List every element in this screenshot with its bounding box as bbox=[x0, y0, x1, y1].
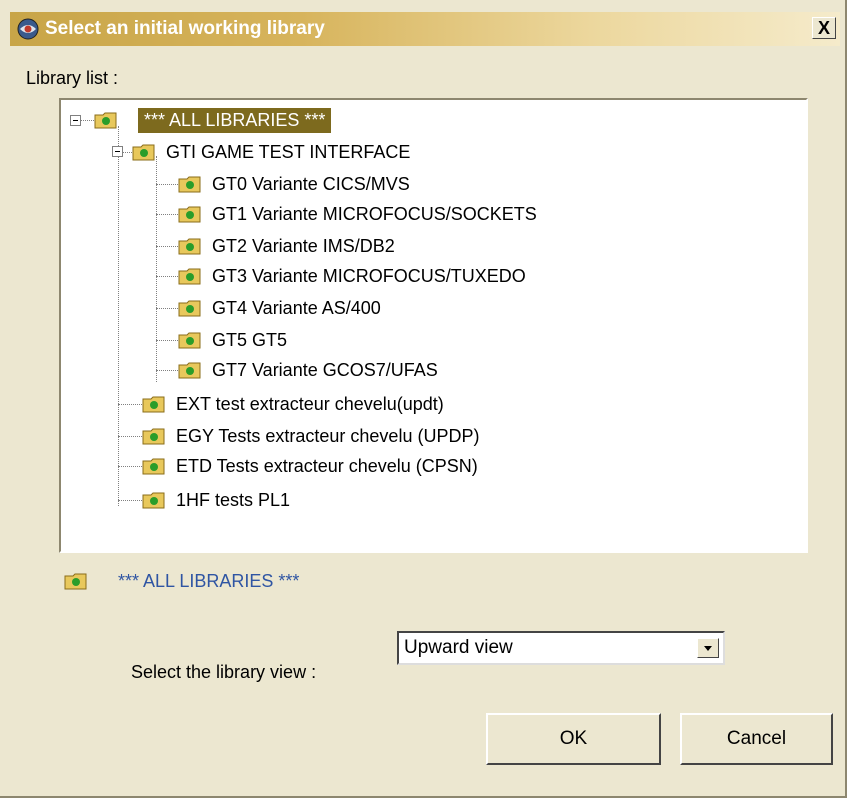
tree-connector bbox=[118, 126, 119, 506]
library-folder-icon bbox=[142, 458, 165, 475]
tree-item[interactable]: EGY Tests extracteur chevelu (UPDP) bbox=[142, 421, 483, 451]
tree-item-label: GT1 Variante MICROFOCUS/SOCKETS bbox=[212, 203, 537, 224]
app-icon bbox=[17, 18, 39, 40]
library-folder-icon bbox=[142, 492, 165, 509]
library-folder-icon bbox=[178, 176, 201, 193]
tree-item-label: GT3 Variante MICROFOCUS/TUXEDO bbox=[212, 265, 526, 286]
tree-item[interactable]: GT2 Variante IMS/DB2 bbox=[178, 231, 399, 261]
tree-item[interactable]: ETD Tests extracteur chevelu (CPSN) bbox=[142, 451, 482, 481]
library-folder-icon bbox=[132, 144, 155, 161]
tree-item[interactable]: GT7 Variante GCOS7/UFAS bbox=[178, 355, 442, 385]
tree-connector bbox=[156, 156, 157, 382]
tree-connector bbox=[156, 184, 178, 185]
library-view-select[interactable]: Upward view bbox=[397, 631, 725, 665]
tree-connector bbox=[118, 404, 142, 405]
tree-connector bbox=[118, 436, 142, 437]
tree-item[interactable]: GT0 Variante CICS/MVS bbox=[178, 169, 414, 199]
tree-connector bbox=[118, 466, 142, 467]
tree-item-label: EXT test extracteur chevelu(updt) bbox=[176, 393, 444, 414]
tree-connector bbox=[156, 308, 178, 309]
tree-connector bbox=[156, 276, 178, 277]
collapse-toggle-gti[interactable] bbox=[112, 146, 123, 157]
tree-item[interactable]: EXT test extracteur chevelu(updt) bbox=[142, 389, 448, 419]
title-bar[interactable]: Select an initial working library X bbox=[10, 12, 840, 46]
tree-item-label: *** ALL LIBRARIES *** bbox=[138, 107, 332, 133]
library-view-value: Upward view bbox=[404, 637, 513, 658]
tree-connector bbox=[156, 246, 178, 247]
tree-item[interactable]: GT4 Variante AS/400 bbox=[178, 293, 385, 323]
tree-item[interactable]: GTI GAME TEST INTERFACE bbox=[132, 137, 414, 167]
tree-connector bbox=[80, 120, 94, 121]
cancel-button[interactable]: Cancel bbox=[680, 713, 833, 765]
tree-item[interactable]: GT1 Variante MICROFOCUS/SOCKETS bbox=[178, 199, 541, 229]
library-folder-icon bbox=[178, 332, 201, 349]
selected-library-label: *** ALL LIBRARIES *** bbox=[118, 570, 300, 591]
tree-item-label: EGY Tests extracteur chevelu (UPDP) bbox=[176, 425, 480, 446]
library-list-label: Library list : bbox=[26, 68, 119, 88]
tree-connector bbox=[156, 370, 178, 371]
library-folder-icon bbox=[178, 300, 201, 317]
library-folder-icon bbox=[64, 573, 87, 590]
tree-connector bbox=[156, 214, 178, 215]
tree-item-label: GTI GAME TEST INTERFACE bbox=[166, 141, 411, 162]
tree-connector bbox=[118, 500, 142, 501]
dialog-title: Select an initial working library bbox=[45, 18, 325, 39]
library-folder-icon bbox=[178, 238, 201, 255]
tree-item[interactable]: *** ALL LIBRARIES *** bbox=[94, 105, 332, 135]
library-tree[interactable]: *** ALL LIBRARIES *** GTI GAME TEST INTE… bbox=[59, 98, 808, 553]
library-folder-icon bbox=[142, 428, 165, 445]
tree-item-label: 1HF tests PL1 bbox=[176, 489, 291, 510]
selected-library-display: *** ALL LIBRARIES *** bbox=[64, 566, 299, 596]
library-folder-icon bbox=[178, 268, 201, 285]
tree-item-label: ETD Tests extracteur chevelu (CPSN) bbox=[176, 455, 478, 476]
library-folder-icon bbox=[94, 112, 117, 129]
tree-item-label: GT0 Variante CICS/MVS bbox=[212, 173, 410, 194]
library-folder-icon bbox=[178, 206, 201, 223]
library-folder-icon bbox=[142, 396, 165, 413]
collapse-toggle-root[interactable] bbox=[70, 115, 81, 126]
tree-item-label: GT5 GT5 bbox=[212, 329, 288, 350]
tree-item-label: GT2 Variante IMS/DB2 bbox=[212, 235, 395, 256]
ok-button[interactable]: OK bbox=[486, 713, 661, 765]
library-folder-icon bbox=[178, 362, 201, 379]
dialog-window: Select an initial working library X Libr… bbox=[0, 0, 847, 798]
tree-item[interactable]: GT3 Variante MICROFOCUS/TUXEDO bbox=[178, 261, 530, 291]
close-icon: X bbox=[817, 18, 830, 38]
tree-item-label: GT7 Variante GCOS7/UFAS bbox=[212, 359, 438, 380]
tree-item-label: GT4 Variante AS/400 bbox=[212, 297, 381, 318]
chevron-down-icon[interactable] bbox=[697, 638, 719, 658]
tree-item[interactable]: 1HF tests PL1 bbox=[142, 485, 294, 515]
close-button[interactable]: X bbox=[812, 17, 836, 39]
tree-connector bbox=[156, 340, 178, 341]
library-view-label: Select the library view : bbox=[131, 662, 317, 682]
tree-item[interactable]: GT5 GT5 bbox=[178, 325, 291, 355]
